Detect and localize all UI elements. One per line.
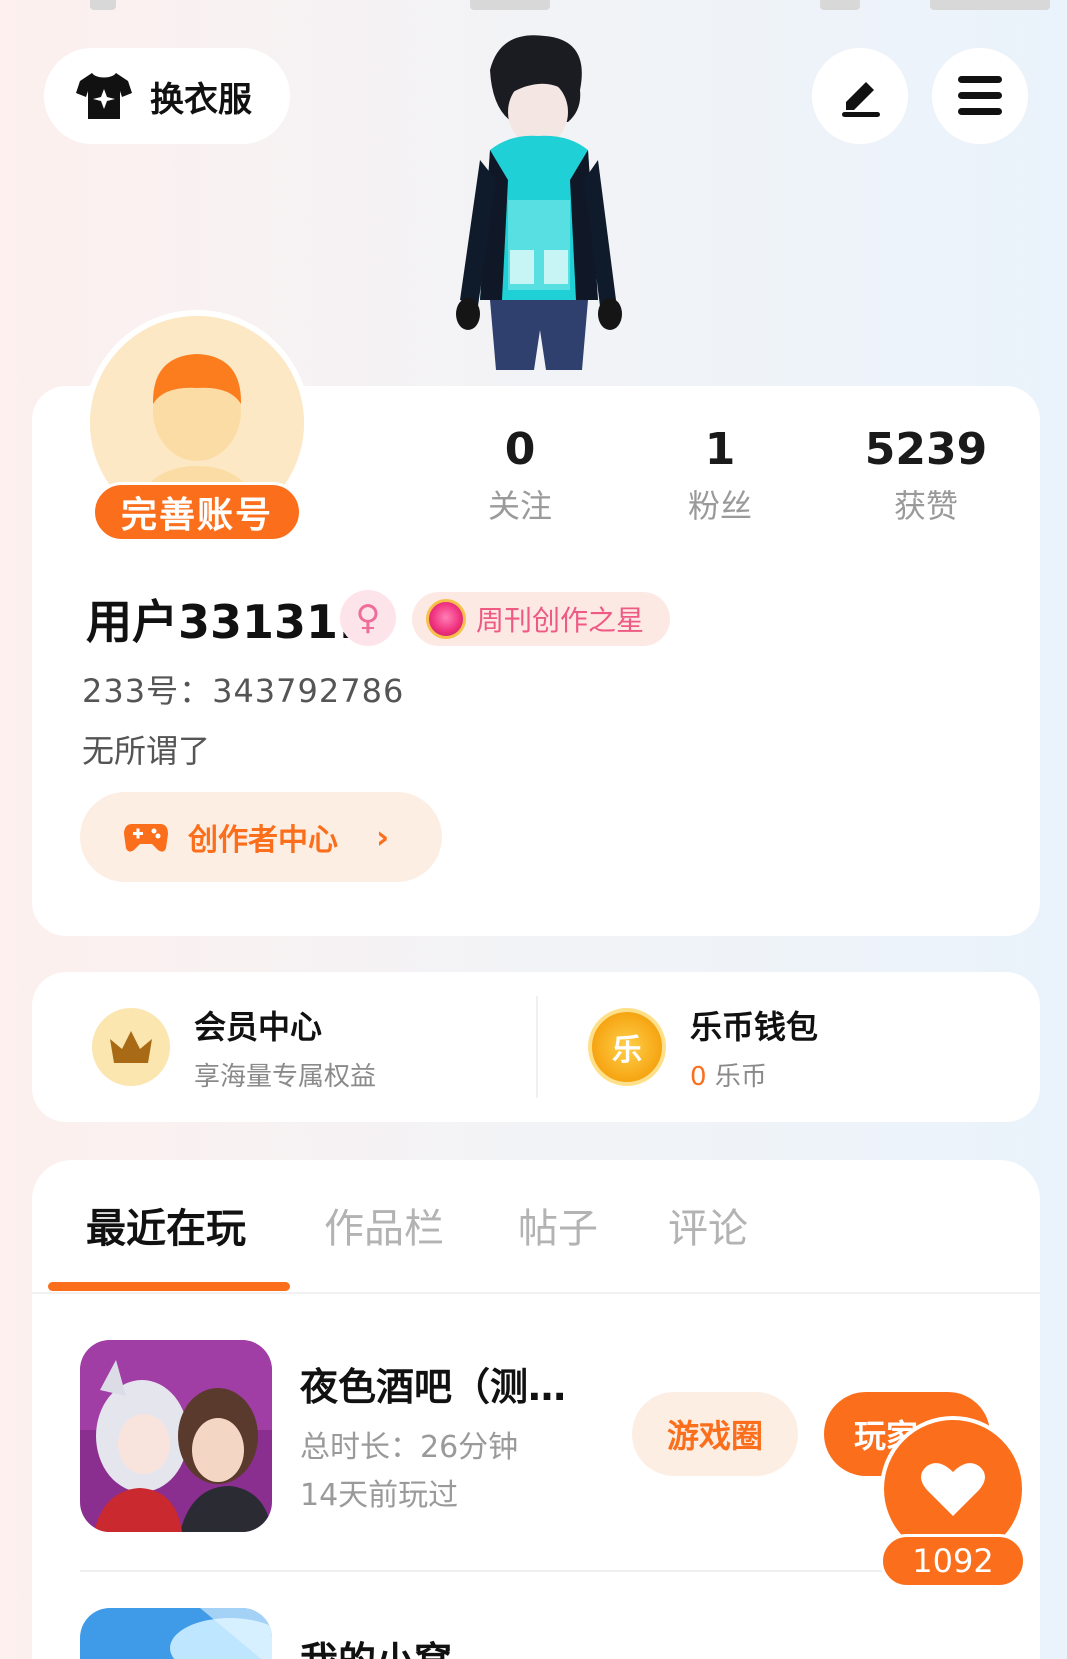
user-id: 233号：343792786 (82, 672, 405, 710)
creator-center-label: 创作者中心 (188, 823, 338, 858)
complete-account-label: 完善账号 (120, 495, 273, 536)
username: 用户331311 (86, 595, 371, 649)
heart-icon (921, 1463, 985, 1516)
gamepad-icon (124, 824, 168, 852)
game-thumbnail[interactable] (80, 1340, 272, 1532)
game-cover-image (80, 1608, 272, 1659)
stat-value: 1 (704, 424, 736, 475)
game-thumbnail[interactable] (80, 1608, 272, 1659)
stat-label: 粉丝 (687, 487, 752, 525)
creator-center-button[interactable]: 创作者中心 › (80, 792, 442, 882)
status-icon (820, 0, 860, 10)
stat-likes[interactable]: 5239 获赞 (846, 424, 1006, 527)
stat-label: 获赞 (893, 487, 958, 525)
tab-active-indicator (48, 1282, 290, 1291)
battery-icon (930, 0, 1050, 10)
shirt-sparkle-icon (76, 73, 132, 119)
coin-balance-value: 0 (690, 1061, 707, 1092)
stat-following[interactable]: 0 关注 (440, 424, 600, 527)
change-outfit-label: 换衣服 (150, 79, 252, 120)
like-count-badge: 1092 (880, 1534, 1026, 1588)
menu-icon (958, 76, 1002, 115)
edit-icon (842, 82, 880, 117)
game-cover-image (80, 1340, 272, 1532)
tab-posts[interactable]: 帖子 (518, 1196, 598, 1254)
vip-wallet-card: 会员中心 享海量专属权益 乐 乐币钱包 0 乐币 (32, 972, 1040, 1122)
tab-works[interactable]: 作品栏 (324, 1196, 444, 1254)
medal-icon (426, 599, 466, 639)
menu-button[interactable] (932, 48, 1028, 144)
list-item[interactable]: 我的小窝 (80, 1608, 980, 1659)
game-circle-label: 游戏圈 (666, 1417, 763, 1455)
coin-wallet-balance: 0 乐币 (690, 1056, 818, 1093)
status-bar (0, 0, 1067, 14)
status-icon (90, 0, 116, 10)
coin-balance-unit: 乐币 (714, 1061, 767, 1092)
coin-wallet-entry[interactable]: 乐 乐币钱包 0 乐币 (588, 972, 818, 1122)
tab-recently-played[interactable]: 最近在玩 (86, 1196, 246, 1254)
divider (32, 1292, 1040, 1294)
status-clock (470, 0, 550, 10)
game-title: 我的小窝 (300, 1630, 600, 1659)
complete-account-button[interactable]: 完善账号 (92, 482, 302, 542)
user-bio: 无所谓了 (82, 732, 211, 770)
member-center-subtitle: 享海量专属权益 (194, 1061, 377, 1092)
game-duration: 总时长：26分钟 (300, 1430, 519, 1465)
avatar-figure[interactable] (450, 30, 630, 390)
divider (80, 1570, 1010, 1572)
stat-value: 5239 (864, 424, 988, 475)
member-center-title: 会员中心 (194, 1007, 323, 1046)
chevron-right-icon: › (376, 818, 390, 856)
stat-followers[interactable]: 1 粉丝 (640, 424, 800, 527)
change-outfit-button[interactable]: 换衣服 (44, 48, 290, 144)
divider (536, 996, 538, 1098)
female-gender-icon: ♀ (340, 590, 396, 646)
member-center-entry[interactable]: 会员中心 享海量专属权益 (92, 972, 376, 1122)
tab-comments[interactable]: 评论 (668, 1196, 748, 1254)
badge-label: 周刊创作之星 (476, 604, 645, 637)
game-circle-button[interactable]: 游戏圈 (632, 1392, 798, 1476)
edit-button[interactable] (812, 48, 908, 144)
list-item[interactable]: 夜色酒吧（测… 总时长：26分钟 14天前玩过 游戏圈 玩家 (80, 1340, 990, 1540)
game-title: 夜色酒吧（测… (300, 1365, 567, 1409)
coin-icon: 乐 (588, 1008, 666, 1086)
crown-icon (92, 1008, 170, 1086)
coin-icon-glyph: 乐 (612, 1033, 642, 1068)
stat-label: 关注 (487, 487, 552, 525)
weekly-creator-star-badge[interactable]: 周刊创作之星 (412, 592, 671, 646)
game-last-played: 14天前玩过 (300, 1478, 459, 1513)
stat-value: 0 (504, 424, 536, 475)
coin-wallet-title: 乐币钱包 (690, 1007, 819, 1046)
